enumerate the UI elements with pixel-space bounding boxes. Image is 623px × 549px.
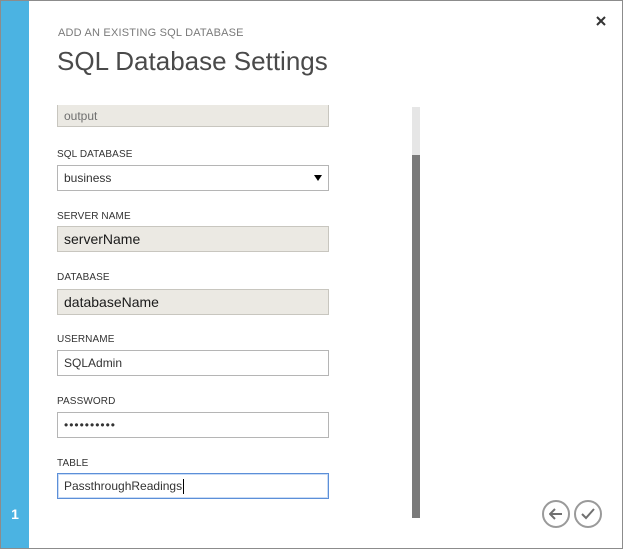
sql-database-value: business xyxy=(64,171,112,185)
form-scrollbar[interactable] xyxy=(412,107,420,518)
output-alias-value: output xyxy=(64,108,98,123)
sql-database-label: SQL DATABASE xyxy=(57,149,133,160)
table-value: PassthroughReadings xyxy=(64,479,183,493)
server-name-field: serverName xyxy=(57,226,329,252)
password-input[interactable]: •••••••••• xyxy=(57,412,329,438)
dialog-subtitle: ADD AN EXISTING SQL DATABASE xyxy=(58,27,244,39)
step-number: 1 xyxy=(11,506,19,522)
username-value: SQLAdmin xyxy=(64,356,123,370)
password-label: PASSWORD xyxy=(57,396,116,407)
dialog-title: SQL Database Settings xyxy=(57,46,328,76)
sql-database-select[interactable]: business xyxy=(57,165,329,191)
wizard-step-strip: 1 xyxy=(1,1,29,548)
scrollbar-thumb[interactable] xyxy=(412,155,420,518)
table-label: TABLE xyxy=(57,458,89,469)
password-value: •••••••••• xyxy=(64,418,117,432)
username-input[interactable]: SQLAdmin xyxy=(57,350,329,376)
server-name-label: SERVER NAME xyxy=(57,211,131,222)
database-value: databaseName xyxy=(64,294,159,310)
close-icon xyxy=(596,16,606,26)
server-name-value: serverName xyxy=(64,231,141,247)
back-button[interactable] xyxy=(542,500,570,528)
back-arrow-icon xyxy=(549,508,562,520)
text-cursor xyxy=(183,478,185,494)
dialog: 1 ADD AN EXISTING SQL DATABASE SQL Datab… xyxy=(0,0,623,549)
database-field: databaseName xyxy=(57,289,329,315)
close-button[interactable] xyxy=(591,11,611,31)
checkmark-icon xyxy=(581,508,595,520)
table-input[interactable]: PassthroughReadings xyxy=(57,473,329,499)
finish-button[interactable] xyxy=(574,500,602,528)
database-label: DATABASE xyxy=(57,272,110,283)
output-alias-field: output xyxy=(57,105,329,127)
chevron-down-icon xyxy=(314,175,322,181)
username-label: USERNAME xyxy=(57,334,115,345)
